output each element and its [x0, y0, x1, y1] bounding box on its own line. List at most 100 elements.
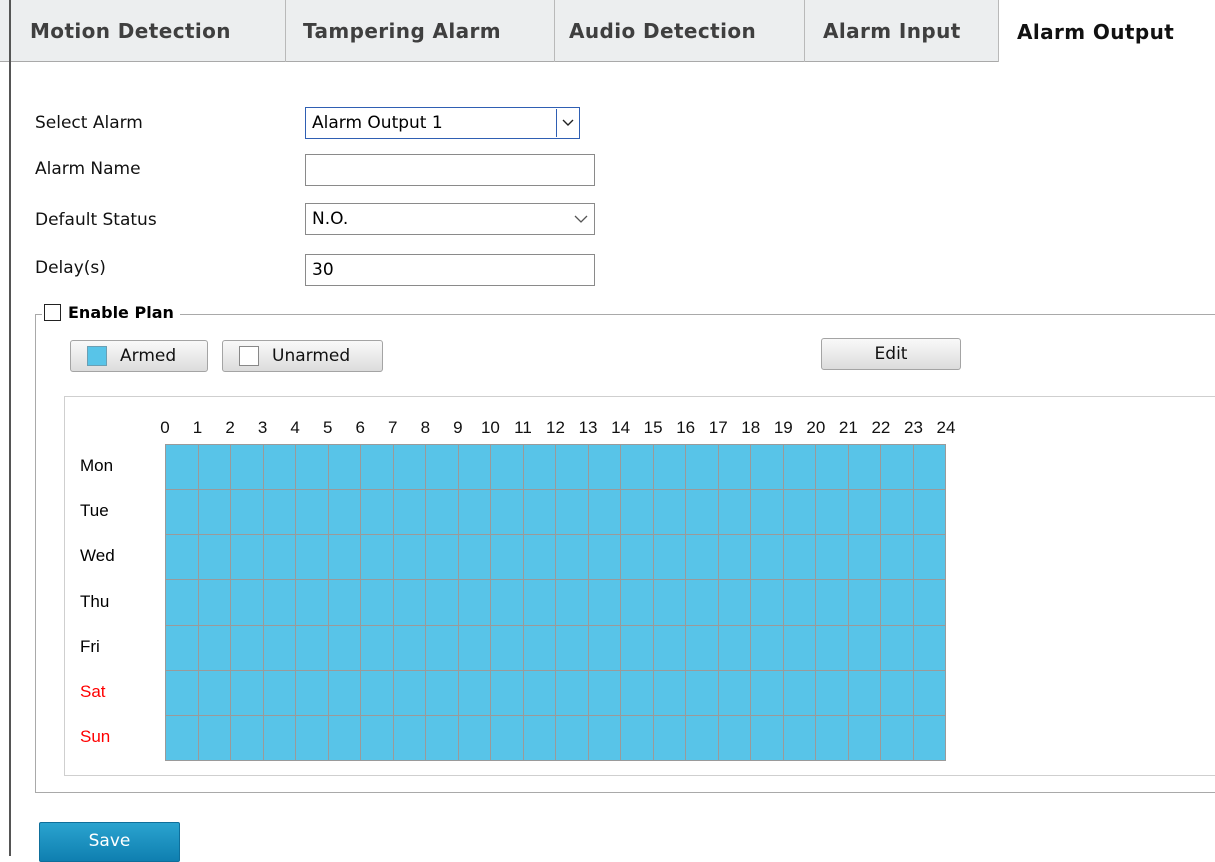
- schedule-cell[interactable]: [848, 535, 881, 581]
- schedule-cell[interactable]: [166, 625, 199, 671]
- armed-button[interactable]: Armed: [70, 340, 208, 372]
- schedule-cell[interactable]: [198, 445, 231, 491]
- schedule-cell[interactable]: [263, 625, 296, 671]
- schedule-cell[interactable]: [686, 670, 719, 716]
- schedule-cell[interactable]: [361, 490, 394, 536]
- schedule-cell[interactable]: [393, 490, 426, 536]
- schedule-cell[interactable]: [296, 490, 329, 536]
- schedule-cell[interactable]: [588, 670, 621, 716]
- save-button[interactable]: Save: [39, 822, 180, 862]
- schedule-cell[interactable]: [686, 580, 719, 626]
- schedule-cell[interactable]: [913, 715, 946, 761]
- schedule-cell[interactable]: [653, 445, 686, 491]
- schedule-cell[interactable]: [783, 490, 816, 536]
- chevron-down-icon[interactable]: [556, 109, 578, 137]
- schedule-cell[interactable]: [393, 580, 426, 626]
- schedule-cell[interactable]: [393, 670, 426, 716]
- schedule-cell[interactable]: [263, 670, 296, 716]
- schedule-cell[interactable]: [913, 625, 946, 671]
- schedule-cell[interactable]: [263, 535, 296, 581]
- schedule-cell[interactable]: [393, 625, 426, 671]
- schedule-cell[interactable]: [198, 490, 231, 536]
- schedule-cell[interactable]: [783, 670, 816, 716]
- schedule-cell[interactable]: [523, 625, 556, 671]
- schedule-cell[interactable]: [361, 670, 394, 716]
- schedule-cell[interactable]: [231, 490, 264, 536]
- schedule-cell[interactable]: [913, 580, 946, 626]
- schedule-cell[interactable]: [816, 580, 849, 626]
- schedule-cell[interactable]: [198, 580, 231, 626]
- schedule-cell[interactable]: [296, 445, 329, 491]
- schedule-cell[interactable]: [458, 445, 491, 491]
- schedule-cell[interactable]: [783, 445, 816, 491]
- schedule-cell[interactable]: [523, 535, 556, 581]
- schedule-cell[interactable]: [816, 445, 849, 491]
- chevron-down-icon[interactable]: [574, 204, 588, 234]
- schedule-cell[interactable]: [166, 535, 199, 581]
- tab-audio-detection[interactable]: Audio Detection: [555, 0, 805, 62]
- schedule-cell[interactable]: [523, 715, 556, 761]
- schedule-grid[interactable]: [165, 444, 946, 761]
- schedule-cell[interactable]: [621, 715, 654, 761]
- checkbox-unchecked-icon[interactable]: [44, 303, 61, 321]
- schedule-cell[interactable]: [588, 490, 621, 536]
- schedule-cell[interactable]: [556, 535, 589, 581]
- schedule-cell[interactable]: [556, 490, 589, 536]
- schedule-cell[interactable]: [621, 445, 654, 491]
- schedule-cell[interactable]: [718, 670, 751, 716]
- schedule-cell[interactable]: [881, 625, 914, 671]
- schedule-cell[interactable]: [458, 490, 491, 536]
- schedule-cell[interactable]: [231, 625, 264, 671]
- schedule-cell[interactable]: [263, 580, 296, 626]
- schedule-cell[interactable]: [621, 625, 654, 671]
- schedule-cell[interactable]: [166, 445, 199, 491]
- schedule-cell[interactable]: [653, 490, 686, 536]
- schedule-cell[interactable]: [361, 715, 394, 761]
- schedule-cell[interactable]: [881, 715, 914, 761]
- schedule-cell[interactable]: [556, 715, 589, 761]
- schedule-cell[interactable]: [523, 670, 556, 716]
- schedule-cell[interactable]: [686, 535, 719, 581]
- delay-input[interactable]: 30: [305, 254, 595, 286]
- schedule-cell[interactable]: [166, 490, 199, 536]
- schedule-cell[interactable]: [328, 490, 361, 536]
- schedule-cell[interactable]: [296, 670, 329, 716]
- tab-motion-detection[interactable]: Motion Detection: [0, 0, 286, 62]
- schedule-cell[interactable]: [751, 625, 784, 671]
- schedule-cell[interactable]: [458, 580, 491, 626]
- schedule-cell[interactable]: [881, 580, 914, 626]
- schedule-cell[interactable]: [458, 670, 491, 716]
- schedule-cell[interactable]: [881, 670, 914, 716]
- schedule-cell[interactable]: [621, 490, 654, 536]
- schedule-cell[interactable]: [361, 580, 394, 626]
- schedule-cell[interactable]: [393, 445, 426, 491]
- schedule-cell[interactable]: [198, 670, 231, 716]
- schedule-cell[interactable]: [491, 580, 524, 626]
- schedule-cell[interactable]: [816, 715, 849, 761]
- schedule-cell[interactable]: [263, 445, 296, 491]
- schedule-cell[interactable]: [426, 490, 459, 536]
- schedule-cell[interactable]: [198, 625, 231, 671]
- schedule-cell[interactable]: [783, 715, 816, 761]
- schedule-cell[interactable]: [653, 535, 686, 581]
- schedule-cell[interactable]: [653, 625, 686, 671]
- schedule-cell[interactable]: [166, 715, 199, 761]
- schedule-cell[interactable]: [231, 445, 264, 491]
- schedule-cell[interactable]: [848, 670, 881, 716]
- schedule-cell[interactable]: [588, 715, 621, 761]
- schedule-cell[interactable]: [166, 670, 199, 716]
- schedule-cell[interactable]: [231, 535, 264, 581]
- schedule-cell[interactable]: [556, 625, 589, 671]
- schedule-cell[interactable]: [296, 625, 329, 671]
- schedule-cell[interactable]: [296, 715, 329, 761]
- schedule-cell[interactable]: [718, 580, 751, 626]
- schedule-cell[interactable]: [328, 535, 361, 581]
- schedule-cell[interactable]: [361, 535, 394, 581]
- schedule-cell[interactable]: [686, 445, 719, 491]
- schedule-cell[interactable]: [913, 490, 946, 536]
- schedule-cell[interactable]: [328, 625, 361, 671]
- schedule-cell[interactable]: [556, 445, 589, 491]
- schedule-cell[interactable]: [718, 715, 751, 761]
- schedule-cell[interactable]: [491, 625, 524, 671]
- schedule-cell[interactable]: [718, 490, 751, 536]
